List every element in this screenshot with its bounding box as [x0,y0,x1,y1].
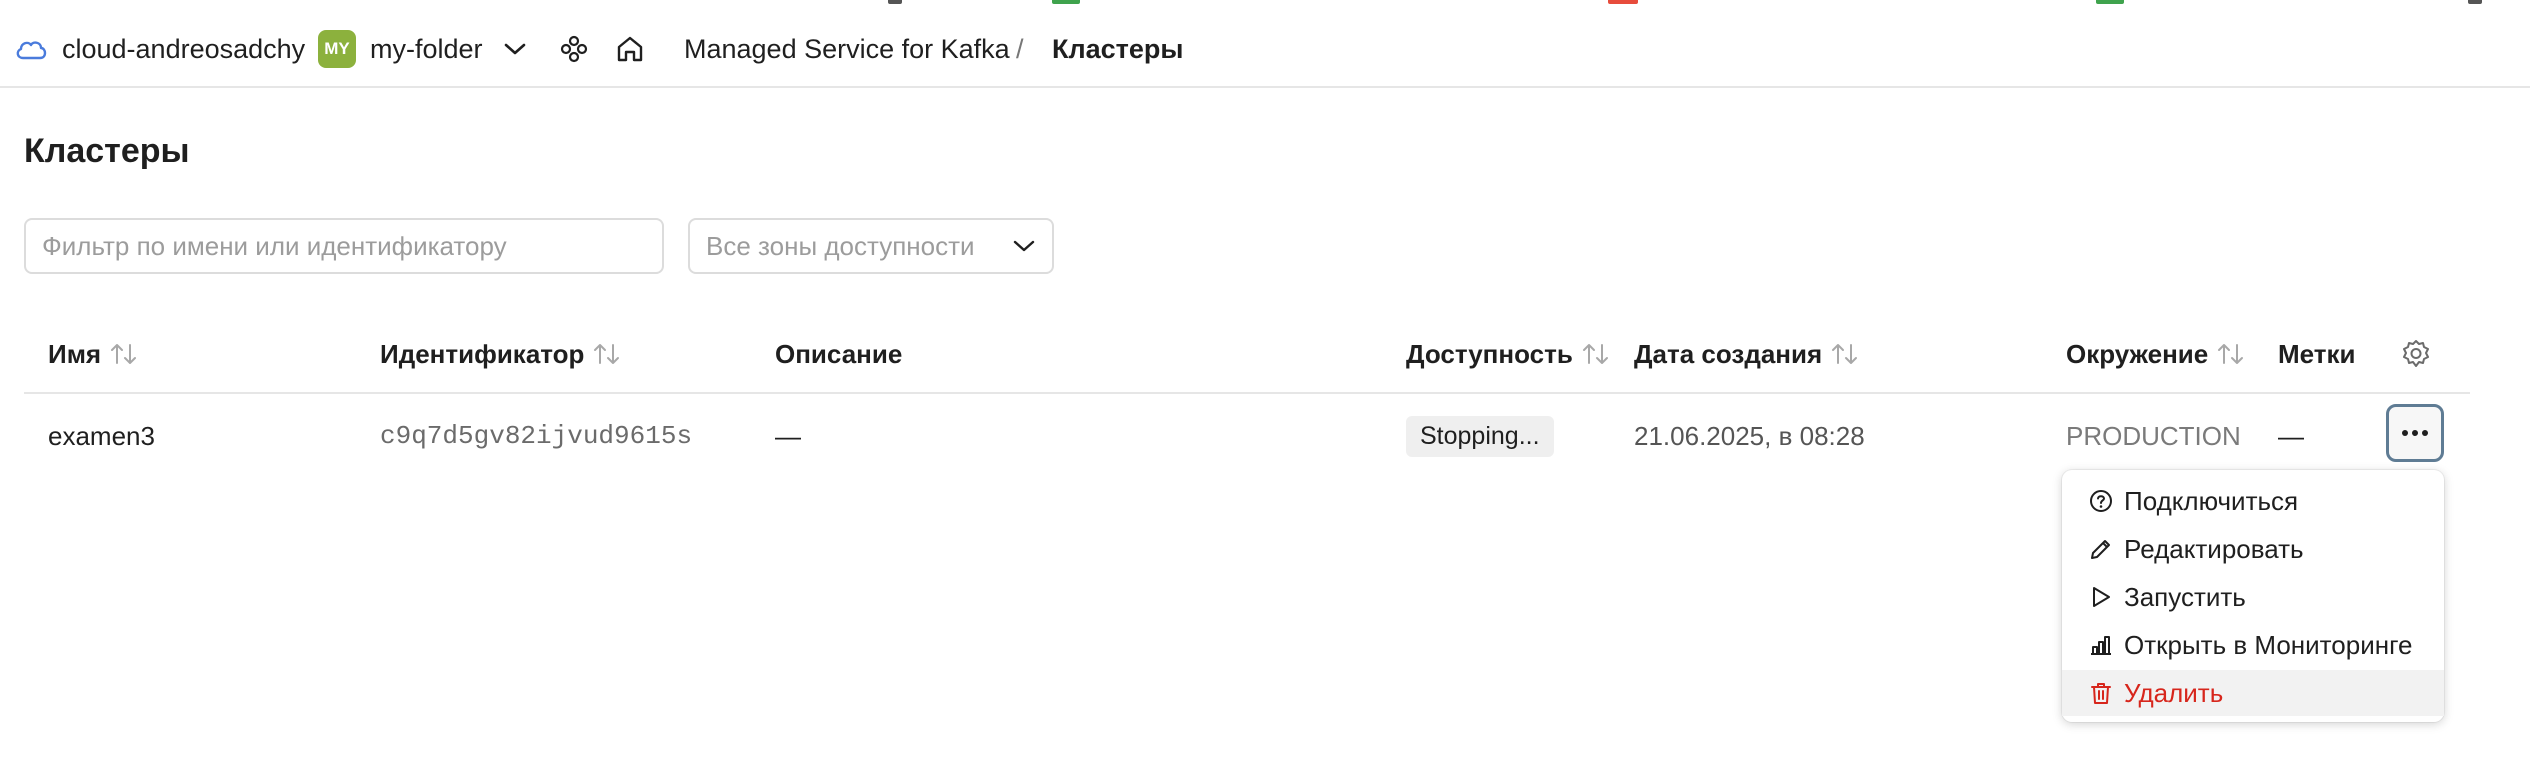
chevron-down-icon [1012,238,1036,254]
menu-item-delete[interactable]: Удалить [2062,670,2444,716]
menu-item-connect[interactable]: Подключиться [2062,478,2444,524]
breadcrumb-separator: / [1016,33,1024,64]
sort-icon[interactable] [2216,341,2246,367]
folder-name: my-folder [370,33,483,64]
table-header-divider [24,392,2470,394]
zone-select-value: Все зоны доступности [706,230,975,261]
zone-select[interactable]: Все зоны доступности [688,218,1054,274]
search-input[interactable] [24,218,664,274]
cloud-icon [14,36,48,62]
column-header-status[interactable]: Доступность [1406,334,1611,374]
breadcrumb-current: Кластеры [1052,33,1184,64]
column-header-description: Описание [775,338,903,369]
menu-item-start[interactable]: Запустить [2062,574,2444,620]
sort-icon[interactable] [1581,341,1611,367]
column-header-labels: Метки [2278,338,2356,369]
column-header-name[interactable]: Имя [48,334,139,374]
trash-icon [2088,680,2124,706]
sort-icon[interactable] [109,341,139,367]
status-badge-label: Stopping... [1406,415,1554,457]
status-badge: Stopping... [1406,415,1554,457]
cell-id: c9q7d5gv82ijvud9615s [380,421,693,451]
home-button[interactable] [614,10,646,88]
menu-item-edit[interactable]: Редактировать [2062,526,2444,572]
browser-bookmarks-strip [0,0,2530,9]
sort-icon[interactable] [592,341,622,367]
row-actions-button[interactable] [2386,404,2444,462]
top-navigation-bar: cloud-andreosadchy MY my-folder Managed … [0,10,2530,88]
services-button[interactable] [558,10,590,88]
pencil-icon [2088,536,2124,562]
play-icon [2088,584,2124,610]
row-actions-menu: Подключиться Редактировать Запустить Отк… [2062,470,2444,722]
folder-avatar: MY [318,30,356,68]
cell-labels: — [2278,420,2304,451]
chart-icon [2088,632,2124,658]
cloud-selector[interactable]: cloud-andreosadchy [14,10,305,88]
column-header-environment[interactable]: Окружение [2066,334,2246,374]
gear-icon [2400,338,2432,370]
cloud-name: cloud-andreosadchy [62,33,306,64]
page-title: Кластеры [24,132,190,170]
cell-created: 21.06.2025, в 08:28 [1634,420,1865,451]
home-icon [614,33,646,65]
column-header-created[interactable]: Дата создания [1634,334,1860,374]
breadcrumb-service[interactable]: Managed Service for Kafka [684,10,1010,88]
cell-name[interactable]: examen3 [48,416,155,456]
sort-icon[interactable] [1830,341,1860,367]
folder-selector[interactable]: MY my-folder [318,10,527,88]
cell-description: — [775,420,801,451]
cell-environment: PRODUCTION [2066,420,2241,451]
menu-item-open-monitoring[interactable]: Открыть в Мониторинге [2062,622,2444,668]
more-horizontal-icon [2401,429,2429,437]
question-circle-icon [2088,488,2124,514]
chevron-down-icon[interactable] [503,41,527,57]
column-header-id[interactable]: Идентификатор [380,334,622,374]
services-icon [558,33,590,65]
table-settings-button[interactable] [2400,334,2432,374]
